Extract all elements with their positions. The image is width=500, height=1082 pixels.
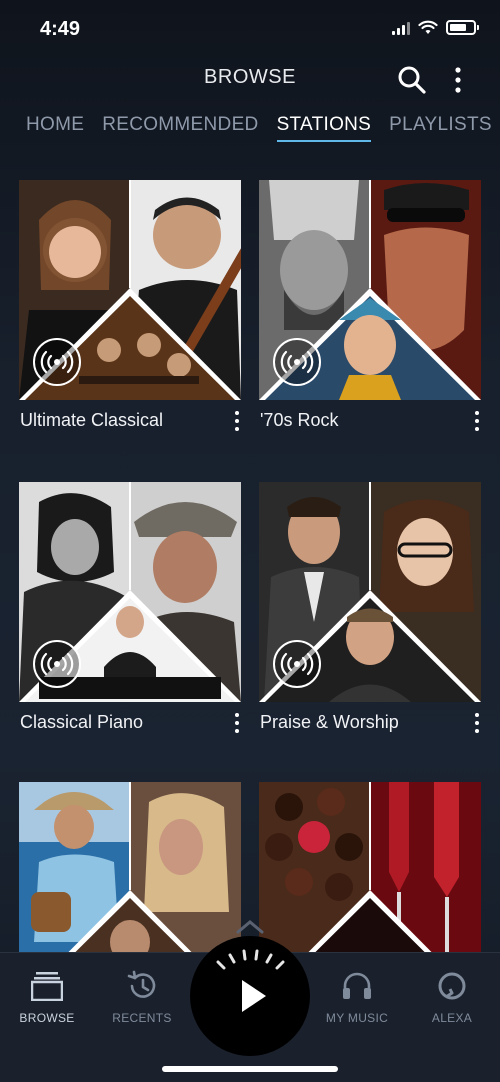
station-artwork[interactable] <box>19 482 241 702</box>
home-indicator <box>162 1066 338 1072</box>
station-card: Classical Piano <box>19 482 241 733</box>
nav-my-music[interactable]: MY MUSIC <box>312 969 402 1025</box>
station-more-button[interactable] <box>467 406 487 436</box>
nav-alexa[interactable]: ALEXA <box>407 969 497 1025</box>
station-title[interactable]: Praise & Worship <box>260 712 399 733</box>
tab-bar: HOME RECOMMENDED STATIONS PLAYLISTS <box>26 114 492 142</box>
station-radio-icon <box>33 338 81 386</box>
headphones-icon <box>343 972 371 999</box>
station-title[interactable]: Classical Piano <box>20 712 143 733</box>
tab-home[interactable]: HOME <box>26 114 84 142</box>
play-button[interactable] <box>190 936 310 1056</box>
station-more-button[interactable] <box>227 708 247 738</box>
nav-my-music-label: MY MUSIC <box>325 1011 389 1025</box>
tab-recommended[interactable]: RECOMMENDED <box>102 114 258 142</box>
more-options-button[interactable] <box>442 64 474 96</box>
play-icon <box>216 949 285 1012</box>
cellular-signal-icon <box>392 21 410 35</box>
station-card: Praise & Worship <box>259 482 481 733</box>
status-bar: 4:49 <box>0 0 500 60</box>
nav-browse[interactable]: BROWSE <box>2 969 92 1025</box>
tab-playlists[interactable]: PLAYLISTS <box>389 114 492 142</box>
search-icon <box>398 66 426 94</box>
station-artwork[interactable] <box>19 180 241 400</box>
station-title[interactable]: '70s Rock <box>260 410 338 431</box>
nav-recents[interactable]: RECENTS <box>97 969 187 1025</box>
status-time: 4:49 <box>40 18 81 40</box>
station-radio-icon <box>33 640 81 688</box>
alexa-icon <box>438 972 466 1000</box>
status-icons <box>392 20 479 35</box>
station-artwork[interactable] <box>259 482 481 702</box>
recents-history-icon <box>127 970 156 998</box>
station-card: Ultimate Classical <box>19 180 241 431</box>
station-title[interactable]: Ultimate Classical <box>20 410 163 431</box>
browse-icon <box>31 972 63 1001</box>
nav-alexa-label: ALEXA <box>431 1011 473 1025</box>
station-radio-icon <box>273 640 321 688</box>
wifi-icon <box>418 20 438 34</box>
station-card: '70s Rock <box>259 180 481 431</box>
more-vertical-icon <box>455 67 461 93</box>
station-radio-icon <box>273 338 321 386</box>
battery-icon <box>446 20 479 35</box>
station-artwork[interactable] <box>259 180 481 400</box>
station-more-button[interactable] <box>467 708 487 738</box>
search-button[interactable] <box>396 64 428 96</box>
nav-recents-label: RECENTS <box>112 1011 172 1025</box>
nav-browse-label: BROWSE <box>19 1011 75 1025</box>
tab-stations[interactable]: STATIONS <box>276 114 372 142</box>
station-more-button[interactable] <box>227 406 247 436</box>
